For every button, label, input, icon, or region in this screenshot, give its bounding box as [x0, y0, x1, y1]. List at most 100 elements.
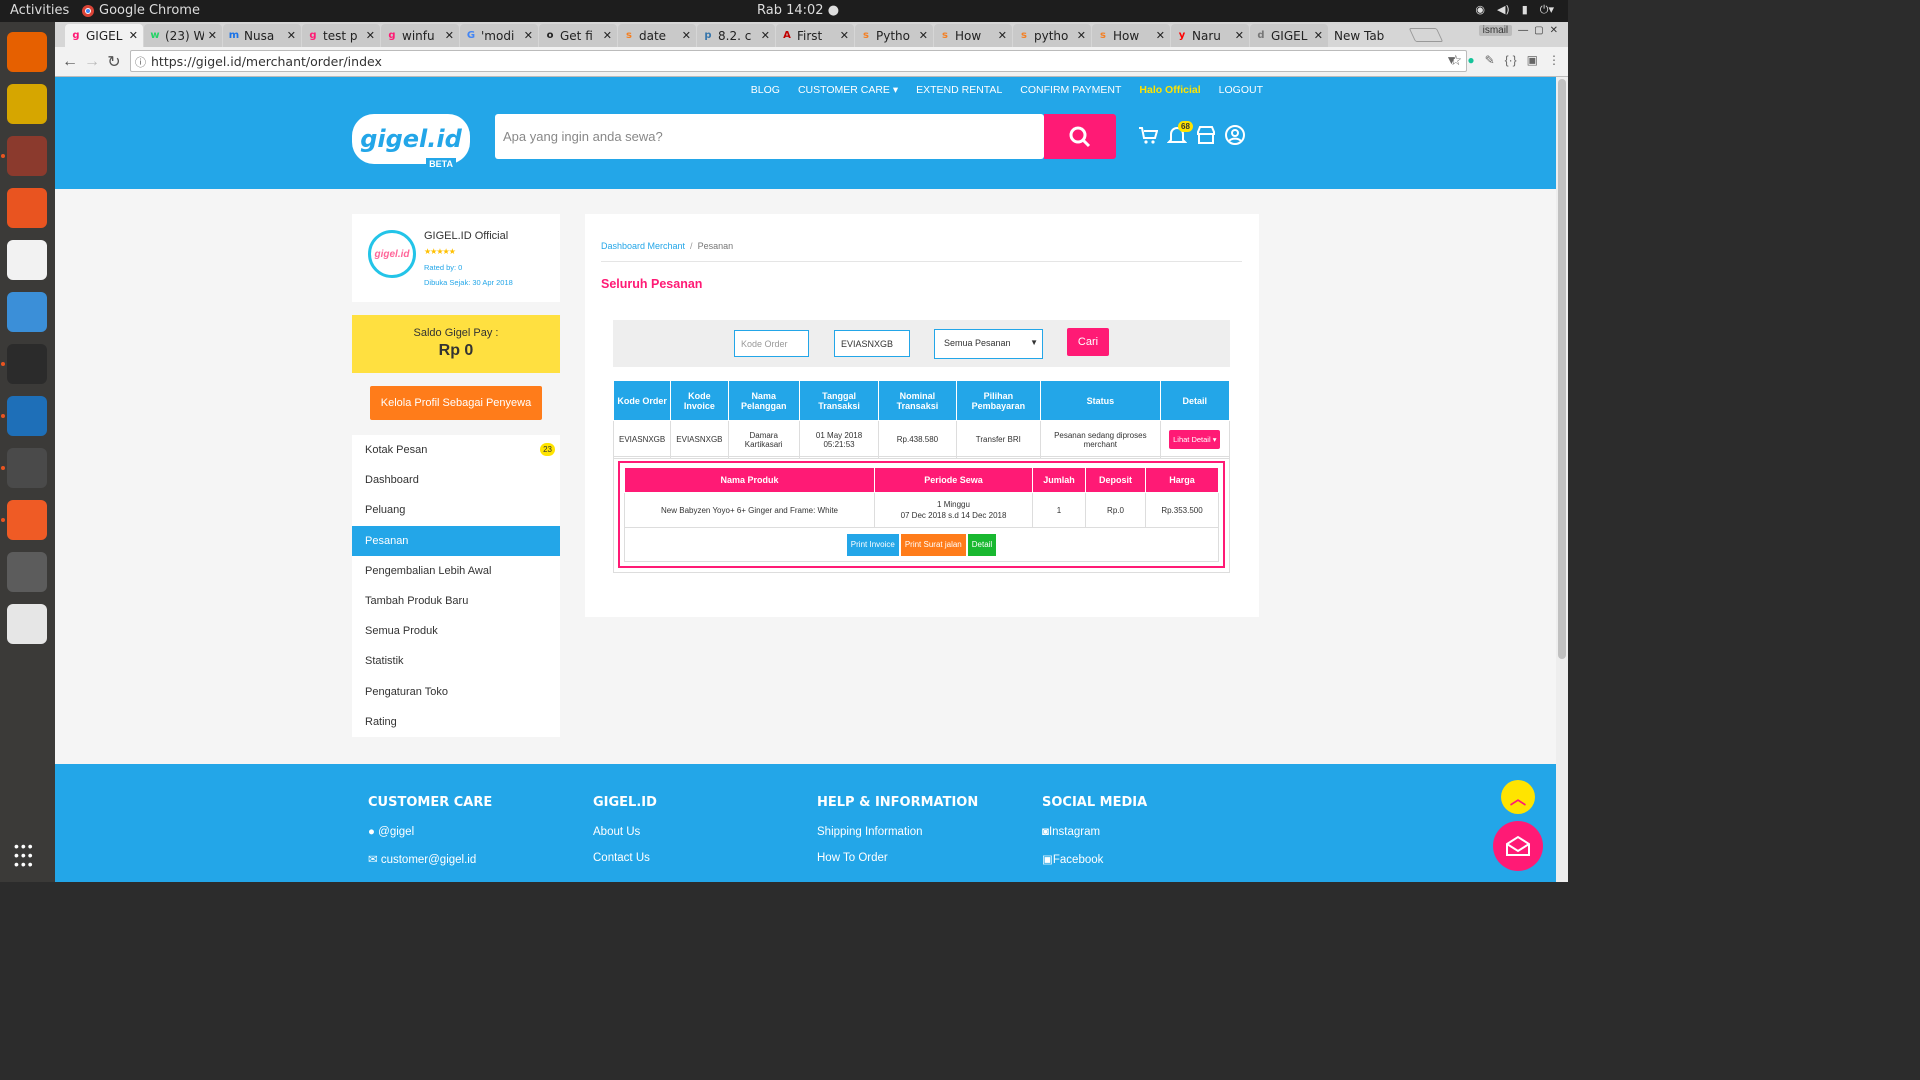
activities-button[interactable]: Activities: [10, 3, 69, 18]
invoice-code-input[interactable]: EVIASNXGB: [834, 330, 910, 357]
order-code-input[interactable]: Kode Order: [734, 330, 809, 357]
view-detail-button[interactable]: Lihat Detail ▾: [1169, 430, 1221, 449]
manage-profile-button[interactable]: Kelola Profil Sebagai Penyewa: [370, 386, 542, 420]
close-tab-icon[interactable]: ✕: [998, 29, 1007, 42]
close-tab-icon[interactable]: ✕: [840, 29, 849, 42]
terminal-icon[interactable]: [7, 344, 47, 384]
eyedropper-icon[interactable]: ✎: [1485, 53, 1495, 67]
footer-link[interactable]: About Us: [593, 826, 657, 838]
browser-tab[interactable]: s How ✕: [934, 24, 1012, 47]
browser-tab[interactable]: g winfu ✕: [381, 24, 459, 47]
close-tab-icon[interactable]: ✕: [761, 29, 770, 42]
browser-tab[interactable]: s pytho ✕: [1013, 24, 1091, 47]
close-tab-icon[interactable]: ✕: [1235, 29, 1244, 42]
browser-tab[interactable]: s date ✕: [618, 24, 696, 47]
browser-tab[interactable]: d GIGEL ✕: [1250, 24, 1328, 47]
top-nav-link[interactable]: Halo Official: [1139, 84, 1200, 96]
close-tab-icon[interactable]: ✕: [1314, 29, 1323, 42]
files-icon[interactable]: [7, 136, 47, 176]
amazon-icon[interactable]: [7, 240, 47, 280]
footer-link[interactable]: How To Order: [817, 852, 978, 864]
footer-link[interactable]: ● @gigel: [368, 826, 492, 838]
mysql-workbench-icon[interactable]: [7, 552, 47, 592]
back-icon[interactable]: ←: [59, 53, 81, 71]
maximize-icon[interactable]: ▢: [1534, 25, 1543, 36]
sidebar-item[interactable]: Peluang: [352, 495, 560, 525]
postman-icon[interactable]: [7, 500, 47, 540]
vscode-icon[interactable]: [7, 396, 47, 436]
minimize-icon[interactable]: —: [1518, 25, 1528, 36]
chrome-menu-icon[interactable]: ⋮: [1548, 53, 1560, 67]
close-tab-icon[interactable]: ✕: [287, 29, 296, 42]
search-submit-button[interactable]: Cari: [1067, 328, 1109, 356]
search-button[interactable]: [1044, 114, 1116, 159]
close-tab-icon[interactable]: ✕: [129, 29, 138, 42]
chrome-icon[interactable]: [7, 448, 47, 488]
new-tab-button[interactable]: [1408, 28, 1444, 42]
scroll-to-top-button[interactable]: ︿: [1501, 780, 1535, 814]
forward-icon[interactable]: →: [81, 53, 103, 71]
breadcrumb-dashboard[interactable]: Dashboard Merchant: [601, 241, 685, 251]
close-tab-icon[interactable]: ✕: [524, 29, 533, 42]
sidebar-item[interactable]: Tambah Produk Baru: [352, 586, 560, 616]
firefox-icon[interactable]: [7, 32, 47, 72]
footer-link[interactable]: ◙Instagram: [1042, 826, 1147, 838]
footer-link[interactable]: ✉ customer@gigel.id: [368, 852, 492, 866]
close-tab-icon[interactable]: ✕: [366, 29, 375, 42]
browser-tab[interactable]: g GIGEL ✕: [65, 24, 143, 47]
sidebar-item[interactable]: Dashboard: [352, 465, 560, 495]
browser-tab[interactable]: New Tab: [1329, 24, 1407, 47]
close-tab-icon[interactable]: ✕: [445, 29, 454, 42]
close-window-icon[interactable]: ✕: [1550, 25, 1558, 36]
top-nav-link[interactable]: CUSTOMER CARE ▾: [798, 84, 898, 96]
sidebar-item[interactable]: Pengaturan Toko: [352, 677, 560, 707]
user-icon[interactable]: [1225, 125, 1245, 145]
vpn-extension-icon[interactable]: ▼: [1445, 53, 1457, 67]
print-delivery-note-button[interactable]: Print Surat jalan: [900, 533, 966, 556]
help-icon[interactable]: [7, 292, 47, 332]
browser-tab[interactable]: s How ✕: [1092, 24, 1170, 47]
reload-icon[interactable]: ↻: [103, 52, 125, 72]
text-editor-icon[interactable]: [7, 604, 47, 644]
cart-icon[interactable]: [1138, 125, 1158, 145]
clock[interactable]: Rab 14:02 ●: [757, 3, 839, 18]
status-select[interactable]: Semua Pesanan ▼: [934, 329, 1043, 359]
footer-link[interactable]: Contact Us: [593, 852, 657, 864]
app-menu[interactable]: Google Chrome: [82, 3, 200, 18]
detail-button[interactable]: Detail: [967, 533, 997, 556]
system-tray[interactable]: ◉ ◀) ▮ ⏻▾: [1475, 3, 1554, 17]
search-input[interactable]: Apa yang ingin anda sewa?: [495, 114, 1044, 159]
store-icon[interactable]: [1196, 125, 1216, 145]
page-scrollbar[interactable]: [1556, 77, 1568, 882]
browser-tab[interactable]: w (23) W ✕: [144, 24, 222, 47]
footer-link[interactable]: ▣Facebook: [1042, 852, 1147, 866]
print-invoice-button[interactable]: Print Invoice: [846, 533, 899, 556]
browser-tab[interactable]: y Naru ✕: [1171, 24, 1249, 47]
browser-tab[interactable]: m Nusa ✕: [223, 24, 301, 47]
sidebar-item[interactable]: Statistik: [352, 646, 560, 676]
browser-tab[interactable]: G 'modi ✕: [460, 24, 538, 47]
close-tab-icon[interactable]: ✕: [1077, 29, 1086, 42]
close-tab-icon[interactable]: ✕: [208, 29, 217, 42]
browser-tab[interactable]: o Get fi ✕: [539, 24, 617, 47]
browser-tab[interactable]: g test p ✕: [302, 24, 380, 47]
footer-link[interactable]: Shipping Information: [817, 826, 978, 838]
close-tab-icon[interactable]: ✕: [682, 29, 691, 42]
browser-tab[interactable]: s Pytho ✕: [855, 24, 933, 47]
top-nav-link[interactable]: EXTEND RENTAL: [916, 84, 1002, 96]
sidebar-item[interactable]: Semua Produk: [352, 616, 560, 646]
json-extension-icon[interactable]: {·}: [1505, 53, 1517, 67]
address-bar[interactable]: ⓘ https://gigel.id/merchant/order/index …: [130, 50, 1467, 72]
browser-tab[interactable]: p 8.2. c ✕: [697, 24, 775, 47]
software-center-icon[interactable]: [7, 188, 47, 228]
site-logo[interactable]: gigel.id BETA: [352, 114, 470, 170]
browser-tab[interactable]: A First ✕: [776, 24, 854, 47]
message-button[interactable]: [1493, 821, 1543, 871]
close-tab-icon[interactable]: ✕: [919, 29, 928, 42]
sidebar-item[interactable]: Pesanan: [352, 525, 560, 556]
close-tab-icon[interactable]: ✕: [603, 29, 612, 42]
scrollbar-thumb[interactable]: [1558, 79, 1566, 659]
rhythmbox-icon[interactable]: [7, 84, 47, 124]
top-nav-link[interactable]: CONFIRM PAYMENT: [1020, 84, 1121, 96]
sidebar-item[interactable]: Pengembalian Lebih Awal: [352, 556, 560, 586]
